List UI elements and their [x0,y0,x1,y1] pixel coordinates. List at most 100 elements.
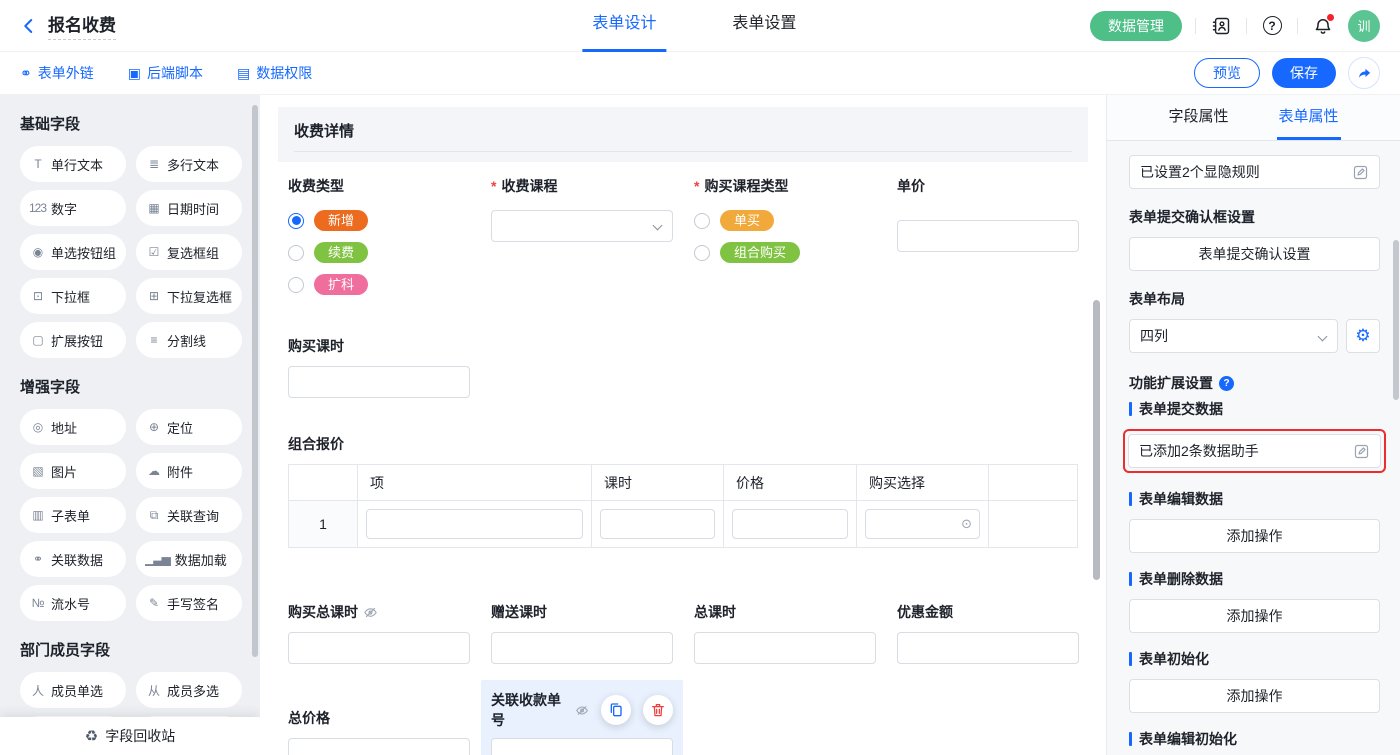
total-price-input[interactable] [288,738,470,755]
sidebar-item-member-multi[interactable]: 从成员多选 [136,672,242,708]
init-add-button[interactable]: 添加操作 [1129,679,1380,713]
empty-cell [988,500,1077,547]
data-assistant-box[interactable]: 已添加2条数据助手 [1128,434,1381,468]
field-recycle-bin[interactable]: ♻ 字段回收站 [0,717,260,755]
item-cell [357,500,591,547]
sidebar-item-signature[interactable]: ✎手写签名 [136,585,242,621]
sidebar-item-related-query[interactable]: ⧉关联查询 [136,497,242,533]
fee-type-label: 收费类型 [288,176,470,196]
buy-type-option-single[interactable]: 单买 [694,210,876,231]
external-link-action[interactable]: ⚭ 表单外链 [20,63,94,83]
sidebar-item-checkbox-group[interactable]: ☑复选框组 [136,234,242,270]
notification-bell-icon[interactable] [1311,14,1335,38]
total-buy-hours-input[interactable] [288,632,470,664]
layout-select[interactable]: 四列 [1129,319,1338,353]
help-question-icon[interactable]: ? [1219,376,1234,391]
unit-price-label: 单价 [897,176,1079,196]
field-buy-hours: 购买课时 [288,336,1106,398]
help-icon[interactable]: ? [1260,14,1284,38]
pen-icon: ✎ [145,596,162,610]
radio-new[interactable] [288,213,304,229]
header-cell-empty [289,465,357,500]
submit-confirm-button[interactable]: 表单提交确认设置 [1129,237,1380,271]
delete-data-add-button[interactable]: 添加操作 [1129,599,1380,633]
form-canvas: 收费详情 收费类型 新增 续费 [260,95,1106,755]
delete-field-button[interactable] [643,695,673,725]
tab-form-properties[interactable]: 表单属性 [1277,95,1341,140]
sidebar-item-image[interactable]: ▧图片 [20,453,126,489]
field-fee-type: 收费类型 新增 续费 扩科 [288,176,470,306]
field-related-receipt-selected[interactable]: 关联收款单号 [481,680,683,755]
combo-buy-choice-input[interactable] [865,509,980,539]
fee-type-option-new[interactable]: 新增 [288,210,470,231]
buy-type-label: *购买课程类型 [694,176,876,196]
preview-button[interactable]: 预览 [1194,58,1260,88]
sidebar-item-data-load[interactable]: ▁▃▅数据加载 [136,541,242,577]
data-permission-action[interactable]: ▤ 数据权限 [237,63,312,83]
discount-input[interactable] [897,632,1079,664]
address-pin-icon: ◎ [29,420,46,434]
sidebar-item-extend-button[interactable]: ▢扩展按钮 [20,322,126,358]
sidebar-item-related-data[interactable]: ⚭关联数据 [20,541,126,577]
tab-form-design[interactable]: 表单设计 [582,0,666,52]
total-hours-input[interactable] [694,632,876,664]
layout-select-value: 四列 [1140,326,1168,346]
script-icon: ▣ [128,66,141,80]
gift-hours-input[interactable] [491,632,673,664]
form-row-4: 总价格 关联收款单号 [288,680,1106,755]
fee-course-select[interactable] [491,210,673,242]
avatar[interactable]: 训 [1348,10,1380,42]
combo-price-input[interactable] [732,509,848,539]
sidebar-item-multi-select[interactable]: ⊞下拉复选框 [136,278,242,314]
sidebar-item-number[interactable]: 123数字 [20,190,126,226]
panel-scrollbar[interactable] [1393,240,1399,400]
sidebar-item-multi-line-text[interactable]: ≣多行文本 [136,146,242,182]
backend-script-action[interactable]: ▣ 后端脚本 [128,63,203,83]
combo-item-input[interactable] [366,509,583,539]
layout-settings-button[interactable]: ⚙ [1346,319,1380,353]
fee-type-option-expand[interactable]: 扩科 [288,274,470,295]
sidebar-item-divider[interactable]: ≡分割线 [136,322,242,358]
save-button[interactable]: 保存 [1272,58,1336,88]
canvas-scrollbar[interactable] [1093,300,1100,580]
sidebar-item-member-single[interactable]: 人成员单选 [20,672,126,708]
sidebar-item-radio-group[interactable]: ◉单选按钮组 [20,234,126,270]
calendar-icon: ▦ [145,201,162,215]
sidebar-item-datetime[interactable]: ▦日期时间 [136,190,242,226]
share-button[interactable] [1348,57,1380,89]
copy-field-button[interactable] [601,695,631,725]
tag-renew: 续费 [314,242,368,263]
sidebar-scrollbar[interactable] [252,105,258,657]
radio-single-buy[interactable] [694,213,710,229]
radio-combo-buy[interactable] [694,245,710,261]
edit-data-add-button[interactable]: 添加操作 [1129,519,1380,553]
sidebar-item-address[interactable]: ◎地址 [20,409,126,445]
data-manage-button[interactable]: 数据管理 [1090,11,1182,41]
section-title-basic-fields: 基础字段 [20,113,242,134]
sidebar-item-select[interactable]: ⊡下拉框 [20,278,126,314]
fee-type-option-renew[interactable]: 续费 [288,242,470,263]
related-receipt-label-row: 关联收款单号 [491,690,673,730]
buy-type-option-combo[interactable]: 组合购买 [694,242,876,263]
tab-form-settings[interactable]: 表单设置 [722,0,806,52]
combo-hours-input[interactable] [600,509,715,539]
visibility-rules-box[interactable]: 已设置2个显隐规则 [1129,155,1380,189]
unit-price-input[interactable] [897,220,1079,252]
radio-expand[interactable] [288,277,304,293]
chevron-down-icon [1318,332,1328,342]
sidebar-item-location[interactable]: ⊕定位 [136,409,242,445]
address-book-icon[interactable] [1209,14,1233,38]
form-designer-app: 报名收费 表单设计 表单设置 数据管理 ? 训 ⚭ 表单外链 [0,0,1400,755]
sidebar-item-serial-number[interactable]: №流水号 [20,585,126,621]
field-total-hours: 总课时 [694,602,876,664]
radio-renew[interactable] [288,245,304,261]
sidebar-item-attachment[interactable]: ☁附件 [136,453,242,489]
properties-tabs: 字段属性 表单属性 [1107,95,1400,141]
back-button[interactable] [20,17,38,35]
related-receipt-input[interactable] [491,738,673,755]
sidebar-item-single-line-text[interactable]: T单行文本 [20,146,126,182]
field-combo-quote: 组合报价 项 课时 价格 购买选择 1 [288,434,1106,548]
sidebar-item-subform[interactable]: ▥子表单 [20,497,126,533]
tab-field-properties[interactable]: 字段属性 [1166,95,1230,140]
buy-hours-input[interactable] [288,366,470,398]
